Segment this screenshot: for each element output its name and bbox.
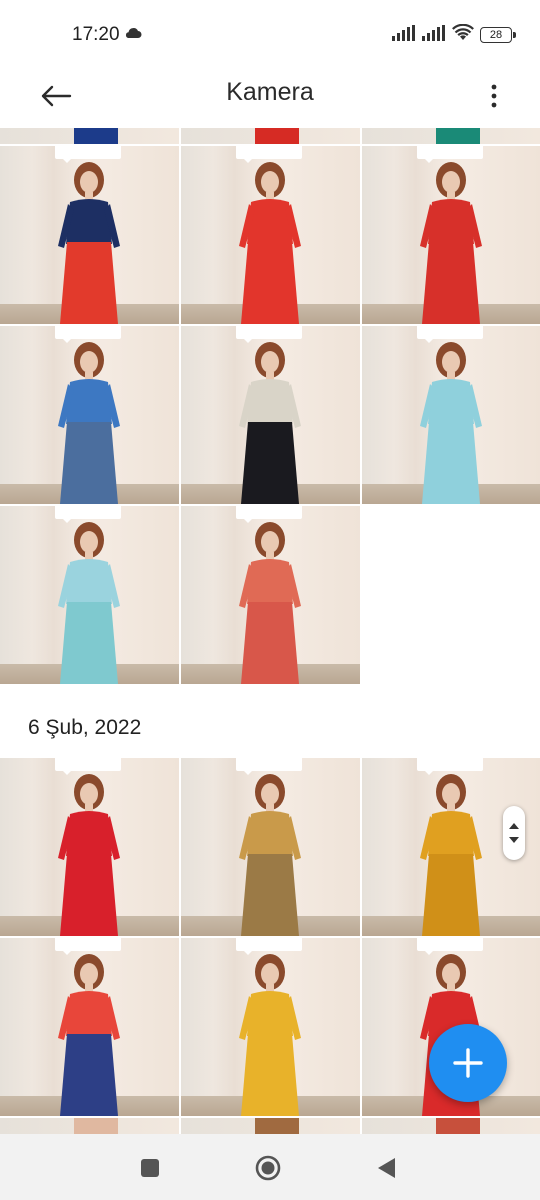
dress-photo xyxy=(239,774,301,936)
recents-button[interactable] xyxy=(136,1154,164,1182)
back-nav-button[interactable] xyxy=(372,1154,400,1182)
photo-thumbnail[interactable] xyxy=(181,506,360,684)
dress-photo xyxy=(58,342,120,504)
square-icon xyxy=(141,1159,159,1177)
photo-thumbnail[interactable] xyxy=(0,128,179,144)
signal-icon xyxy=(392,24,416,46)
dress-photo xyxy=(58,162,120,324)
home-button[interactable] xyxy=(254,1154,282,1182)
section-date-header: 6 Şub, 2022 xyxy=(28,716,142,739)
status-bar: 17:20 28 xyxy=(0,0,540,68)
dress-photo xyxy=(239,522,301,684)
photo-thumbnail[interactable] xyxy=(362,146,540,324)
dress-photo xyxy=(239,342,301,504)
status-time: 17:20 xyxy=(72,24,120,45)
battery-icon: 28 xyxy=(480,27,516,43)
photo-thumbnail[interactable] xyxy=(0,146,179,324)
page-title: Kamera xyxy=(226,78,314,106)
more-vertical-icon xyxy=(491,84,497,108)
chevron-down-icon xyxy=(509,837,519,843)
signal-icon xyxy=(422,24,446,46)
photo-thumbnail[interactable] xyxy=(362,128,540,144)
cloud-icon xyxy=(124,26,142,44)
circle-icon xyxy=(255,1155,281,1181)
dress-photo xyxy=(58,522,120,684)
plus-icon xyxy=(453,1048,483,1078)
fast-scroll-handle[interactable] xyxy=(503,806,525,860)
photo-thumbnail[interactable] xyxy=(181,146,360,324)
photo-thumbnail[interactable] xyxy=(0,326,179,504)
dress-photo xyxy=(58,774,120,936)
photo-thumbnail[interactable] xyxy=(181,128,360,144)
dress-photo xyxy=(420,162,482,324)
photo-thumbnail[interactable] xyxy=(0,506,179,684)
triangle-back-icon xyxy=(378,1158,395,1178)
add-button[interactable] xyxy=(429,1024,507,1102)
photo-thumbnail[interactable] xyxy=(0,758,179,936)
dress-photo xyxy=(58,954,120,1116)
app-bar: Kamera xyxy=(0,68,540,128)
photo-grid xyxy=(0,128,540,684)
photo-thumbnail[interactable] xyxy=(181,938,360,1116)
chevron-up-icon xyxy=(509,823,519,829)
photo-thumbnail[interactable] xyxy=(181,326,360,504)
system-nav-bar xyxy=(0,1134,540,1200)
photo-thumbnail[interactable] xyxy=(362,326,540,504)
dress-photo xyxy=(239,954,301,1116)
dress-photo xyxy=(239,162,301,324)
photo-thumbnail[interactable] xyxy=(0,938,179,1116)
wifi-icon xyxy=(452,23,474,46)
dress-photo xyxy=(420,342,482,504)
more-options-button[interactable] xyxy=(482,76,506,116)
photo-thumbnail[interactable] xyxy=(181,758,360,936)
